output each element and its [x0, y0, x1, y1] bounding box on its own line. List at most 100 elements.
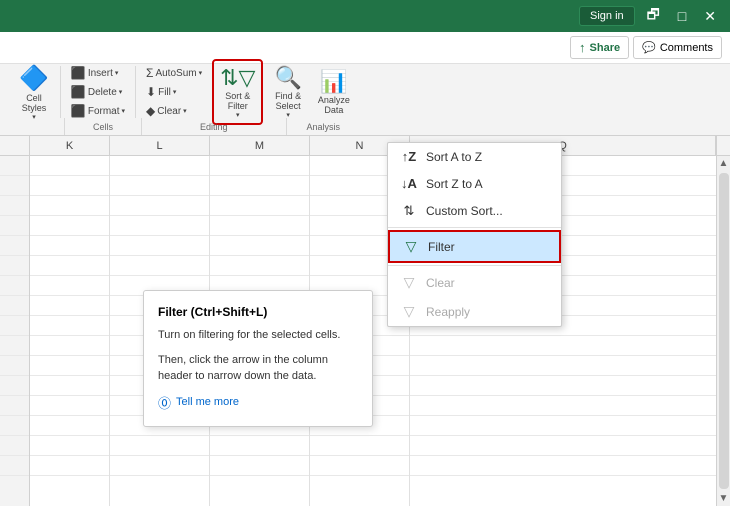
- cell-m16[interactable]: [210, 456, 309, 476]
- cell-m6[interactable]: [210, 256, 309, 276]
- cell-l4[interactable]: [110, 216, 209, 236]
- close-icon[interactable]: ✕: [698, 4, 722, 29]
- cell-l5[interactable]: [110, 236, 209, 256]
- cell-q15[interactable]: [410, 436, 729, 456]
- signin-button[interactable]: Sign in: [579, 6, 635, 26]
- cell-k8[interactable]: [30, 296, 109, 316]
- row-header-2[interactable]: [0, 176, 29, 196]
- share-icon: ↑: [579, 40, 586, 55]
- cell-k4[interactable]: [30, 216, 109, 236]
- sort-a-to-z-item[interactable]: ↑Z Sort A to Z: [388, 143, 561, 170]
- cell-l3[interactable]: [110, 196, 209, 216]
- ribbon-toolbar: 🔷 CellStyles ▾ ⬛ Insert ▾ ⬛ Delete ▾ ⬛ F…: [0, 64, 730, 118]
- cell-q10[interactable]: [410, 336, 729, 356]
- cell-q16[interactable]: [410, 456, 729, 476]
- fill-arrow-icon: ▾: [173, 88, 177, 96]
- restore-icon[interactable]: 🗗: [641, 0, 666, 32]
- cell-k13[interactable]: [30, 396, 109, 416]
- cells-group-label2: Cells: [65, 118, 142, 135]
- filter-item[interactable]: ▽ Filter: [388, 230, 561, 263]
- clear-filter-icon: ▽: [400, 274, 418, 291]
- filter-icon: ▽: [402, 238, 420, 255]
- row-header-3[interactable]: [0, 196, 29, 216]
- analyze-data-button[interactable]: 📊 AnalyzeData: [313, 66, 355, 118]
- cell-n16[interactable]: [310, 456, 409, 476]
- row-header-13[interactable]: [0, 396, 29, 416]
- format-arrow-icon: ▾: [122, 107, 126, 115]
- cell-k1[interactable]: [30, 156, 109, 176]
- comments-icon: 💬: [642, 41, 656, 54]
- row-header-6[interactable]: [0, 256, 29, 276]
- scrollbar-track[interactable]: [719, 173, 729, 489]
- sort-z-to-a-item[interactable]: ↓A Sort Z to A: [388, 170, 561, 197]
- cell-m3[interactable]: [210, 196, 309, 216]
- row-header-11[interactable]: [0, 356, 29, 376]
- row-header-14[interactable]: [0, 416, 29, 436]
- row-header-15[interactable]: [0, 436, 29, 456]
- cell-l15[interactable]: [110, 436, 209, 456]
- insert-button[interactable]: ⬛ Insert ▾: [67, 64, 129, 82]
- reapply-filter-icon: ▽: [400, 303, 418, 320]
- cell-m4[interactable]: [210, 216, 309, 236]
- title-bar: Sign in 🗗 □ ✕: [0, 0, 730, 32]
- col-header-k[interactable]: K: [30, 136, 110, 155]
- cell-l1[interactable]: [110, 156, 209, 176]
- row-header-5[interactable]: [0, 236, 29, 256]
- row-header-8[interactable]: [0, 296, 29, 316]
- sort-filter-button[interactable]: ⇅▽ Sort &Filter ▾: [212, 59, 263, 125]
- row-header-1[interactable]: [0, 156, 29, 176]
- sort-filter-icon: ⇅▽: [220, 65, 255, 91]
- cell-q13[interactable]: [410, 396, 729, 416]
- cell-q11[interactable]: [410, 356, 729, 376]
- cell-k11[interactable]: [30, 356, 109, 376]
- cell-q12[interactable]: [410, 376, 729, 396]
- tell-me-more-link[interactable]: ⓪ Tell me more: [158, 393, 358, 412]
- sort-a-z-icon: ↑Z: [400, 149, 418, 164]
- cell-k12[interactable]: [30, 376, 109, 396]
- cell-m1[interactable]: [210, 156, 309, 176]
- cell-n15[interactable]: [310, 436, 409, 456]
- scroll-up-icon[interactable]: ▲: [717, 156, 730, 171]
- cell-k2[interactable]: [30, 176, 109, 196]
- cell-m15[interactable]: [210, 436, 309, 456]
- cell-k14[interactable]: [30, 416, 109, 436]
- maximize-icon[interactable]: □: [672, 4, 692, 28]
- cell-k6[interactable]: [30, 256, 109, 276]
- row-header-4[interactable]: [0, 216, 29, 236]
- cell-k15[interactable]: [30, 436, 109, 456]
- row-header-7[interactable]: [0, 276, 29, 296]
- cell-l6[interactable]: [110, 256, 209, 276]
- col-header-m[interactable]: M: [210, 136, 310, 155]
- cell-styles-icon: 🔷: [19, 64, 49, 93]
- scroll-down-icon[interactable]: ▼: [717, 491, 730, 506]
- vertical-scrollbar[interactable]: ▲ ▼: [716, 156, 730, 506]
- row-header-12[interactable]: [0, 376, 29, 396]
- cell-m5[interactable]: [210, 236, 309, 256]
- cell-l16[interactable]: [110, 456, 209, 476]
- cell-k5[interactable]: [30, 236, 109, 256]
- col-header-l[interactable]: L: [110, 136, 210, 155]
- custom-sort-item[interactable]: ⇅ Custom Sort...: [388, 197, 561, 225]
- autosum-button[interactable]: Σ AutoSum ▾: [142, 64, 206, 82]
- cell-k16[interactable]: [30, 456, 109, 476]
- cell-k10[interactable]: [30, 336, 109, 356]
- cell-l2[interactable]: [110, 176, 209, 196]
- cell-k7[interactable]: [30, 276, 109, 296]
- reapply-filter-item[interactable]: ▽ Reapply: [388, 297, 561, 326]
- comments-button[interactable]: 💬 Comments: [633, 36, 722, 59]
- clear-filter-item[interactable]: ▽ Clear: [388, 268, 561, 297]
- delete-button[interactable]: ⬛ Delete ▾: [67, 83, 129, 101]
- share-button[interactable]: ↑ Share: [570, 36, 629, 59]
- row-header-9[interactable]: [0, 316, 29, 336]
- find-select-button[interactable]: 🔍 Find &Select ▾: [269, 62, 306, 122]
- row-header-10[interactable]: [0, 336, 29, 356]
- cell-k9[interactable]: [30, 316, 109, 336]
- fill-button[interactable]: ⬇ Fill ▾: [142, 83, 206, 101]
- cell-m2[interactable]: [210, 176, 309, 196]
- row-header-16[interactable]: [0, 456, 29, 476]
- cell-styles-button[interactable]: 🔷 CellStyles ▾: [14, 61, 54, 124]
- cell-k3[interactable]: [30, 196, 109, 216]
- autosum-arrow-icon: ▾: [199, 69, 203, 77]
- grid-col-k[interactable]: [30, 156, 110, 506]
- cell-q14[interactable]: [410, 416, 729, 436]
